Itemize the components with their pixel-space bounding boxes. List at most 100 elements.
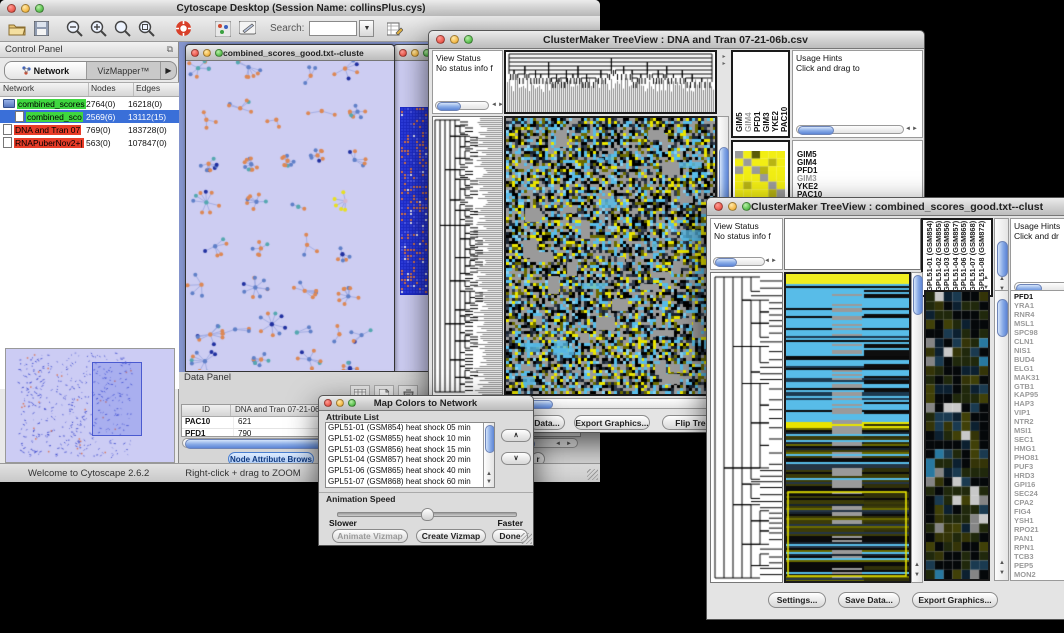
tv2-save-data-button[interactable]: Save Data...	[838, 592, 900, 608]
tv1-status-scrollbar[interactable]	[435, 101, 489, 110]
minimize-button[interactable]	[411, 49, 419, 57]
search-dropdown-arrow[interactable]: ▼	[359, 20, 374, 37]
open-session-icon[interactable]	[6, 18, 28, 40]
tv1-column-dendrogram[interactable]	[504, 50, 717, 114]
tv2-heatmap-vscroll[interactable]: ▲ ▼	[911, 272, 923, 583]
tv1-splitter[interactable]: ▸▸	[718, 53, 730, 113]
tab-network[interactable]: Network	[5, 62, 87, 79]
zoom-button[interactable]	[348, 399, 356, 407]
network-settings-icon[interactable]	[212, 18, 234, 40]
close-button[interactable]	[399, 49, 407, 57]
tv2-settings-button[interactable]: Settings...	[768, 592, 826, 608]
slider-thumb[interactable]	[421, 508, 434, 521]
tv2-status-scrollbar[interactable]	[713, 257, 765, 266]
annotation-icon[interactable]	[236, 18, 258, 40]
tv2-row-dendrogram[interactable]	[710, 272, 783, 583]
birdseye-view[interactable]	[5, 348, 175, 463]
tv2-detail-vscroll[interactable]: ▲ ▼	[994, 290, 1009, 581]
tab-overflow-arrow[interactable]: ▶	[161, 62, 176, 79]
tv2-labels-vscroll[interactable]: ▲ ▼	[994, 218, 1009, 297]
scroll-down-icon[interactable]: ▼	[999, 570, 1005, 576]
control-panel-title: Control Panel	[5, 44, 167, 55]
close-button[interactable]	[191, 49, 199, 57]
create-vizmap-button[interactable]: Create Vizmap	[416, 529, 486, 543]
tv1-row-dendrogram[interactable]	[432, 116, 503, 396]
network-tree-row[interactable]: combined_sco2569(6)13112(15)	[0, 110, 179, 123]
tv2-export-graphics-button[interactable]: Export Graphics...	[912, 592, 998, 608]
network-tree-row[interactable]: RNAPuberNov2+|563(0)107847(0)	[0, 136, 179, 149]
zoom-button[interactable]	[35, 4, 44, 13]
zoom-button[interactable]	[742, 202, 751, 211]
attribute-list-vscroll[interactable]: ▲ ▼	[483, 423, 494, 487]
attribute-listbox[interactable]: GPL51-01 (GSM854) heat shock 05 minGPL51…	[325, 422, 495, 488]
tv1-hints-scrollbar[interactable]	[796, 125, 904, 134]
zoom-fit-icon[interactable]	[136, 18, 158, 40]
tv1-column-labels: GIM5GIM4PFD1GIM3YKE2PAC10	[731, 50, 790, 138]
save-session-icon[interactable]	[30, 18, 52, 40]
float-panel-icon[interactable]: ⧉	[167, 44, 173, 55]
network-nodes-count: 563(0)	[86, 138, 111, 148]
scroll-right-icon[interactable]: ►	[912, 126, 918, 132]
attribute-list-item[interactable]: GPL51-03 (GSM856) heat shock 15 min	[328, 445, 494, 456]
network-canvas-b[interactable]	[400, 107, 430, 295]
animate-vizmap-button[interactable]: Animate Vizmap	[332, 529, 408, 543]
birdseye-selection-rectangle[interactable]	[92, 362, 142, 436]
tv1-heatmap-hscroll[interactable]	[504, 398, 717, 409]
attribute-list-item[interactable]: GPL51-01 (GSM854) heat shock 05 min	[328, 423, 494, 434]
scroll-down-icon[interactable]: ▼	[914, 572, 920, 578]
minimize-button[interactable]	[336, 399, 344, 407]
tv1-heatmap[interactable]	[504, 116, 717, 396]
scroll-up-icon[interactable]: ▲	[486, 471, 492, 477]
tv2-detail-heatmap[interactable]	[924, 290, 990, 581]
scroll-left-icon[interactable]: ◄	[555, 441, 561, 447]
network-name: combined_scores	[17, 99, 86, 109]
minimize-button[interactable]	[21, 4, 30, 13]
zoom-selected-icon[interactable]	[112, 18, 134, 40]
zoom-button[interactable]	[215, 49, 223, 57]
scroll-up-icon[interactable]: ▲	[914, 562, 920, 568]
minimize-button[interactable]	[450, 35, 459, 44]
attribute-list-item[interactable]: GPL51-04 (GSM857) heat shock 20 min	[328, 455, 494, 466]
search-input[interactable]	[309, 21, 357, 36]
animation-speed-slider[interactable]	[337, 508, 515, 518]
scroll-left-icon[interactable]: ◄	[905, 126, 911, 132]
scroll-left-icon[interactable]: ◄	[491, 102, 497, 108]
close-button[interactable]	[714, 202, 723, 211]
move-attribute-down-button[interactable]: ∨	[501, 452, 531, 465]
close-button[interactable]	[7, 4, 16, 13]
scroll-right-icon[interactable]: ►	[498, 102, 503, 108]
move-attribute-up-button[interactable]: ∧	[501, 429, 531, 442]
resize-grip[interactable]	[587, 469, 598, 480]
main-titlebar[interactable]: Cytoscape Desktop (Session Name: collins…	[0, 0, 600, 17]
network-tree-row[interactable]: combined_scores2764(0)16218(0)	[0, 97, 179, 110]
tv2-heatmap[interactable]	[784, 272, 911, 583]
tv1-export-graphics-button[interactable]: Export Graphics...	[574, 415, 650, 430]
zoom-button[interactable]	[464, 35, 473, 44]
scroll-right-icon[interactable]: ►	[566, 441, 572, 447]
help-lifebuoy-icon[interactable]	[172, 18, 194, 40]
resize-grip[interactable]	[521, 533, 532, 544]
minimize-button[interactable]	[728, 202, 737, 211]
tv1-save-data-button[interactable]: Data...	[529, 415, 565, 430]
attribute-list-item[interactable]: GPL51-02 (GSM855) heat shock 10 min	[328, 434, 494, 445]
scroll-up-icon[interactable]: ▲	[983, 275, 989, 281]
tv1-column-label: GIM5	[735, 54, 744, 132]
tv2-gene-labels: PFD1YRA1RNR4MSL1SPC98CLN1NIS1BUD4ELG1MAK…	[1010, 290, 1064, 581]
tv2-column-dendrogram[interactable]	[784, 218, 921, 270]
zoom-out-icon[interactable]	[64, 18, 86, 40]
attribute-editor-icon[interactable]	[384, 18, 406, 40]
scroll-left-icon[interactable]: ◄	[764, 258, 770, 264]
tab-vizmapper[interactable]: VizMapper™	[87, 62, 161, 79]
network-canvas-a[interactable]	[186, 61, 392, 370]
scroll-down-icon[interactable]: ▼	[486, 479, 492, 485]
minimize-button[interactable]	[203, 49, 211, 57]
scroll-right-icon[interactable]: ►	[771, 258, 777, 264]
zoom-in-icon[interactable]	[88, 18, 110, 40]
attribute-list-item[interactable]: GPL51-06 (GSM865) heat shock 40 min	[328, 466, 494, 477]
close-button[interactable]	[436, 35, 445, 44]
scroll-up-icon[interactable]: ▲	[999, 276, 1005, 282]
close-button[interactable]	[324, 399, 332, 407]
attribute-list-item[interactable]: GPL51-07 (GSM868) heat shock 60 min	[328, 477, 494, 488]
network-tree-row[interactable]: DNA and Tran 07769(0)183728(0)	[0, 123, 179, 136]
scroll-up-icon[interactable]: ▲	[999, 560, 1005, 566]
